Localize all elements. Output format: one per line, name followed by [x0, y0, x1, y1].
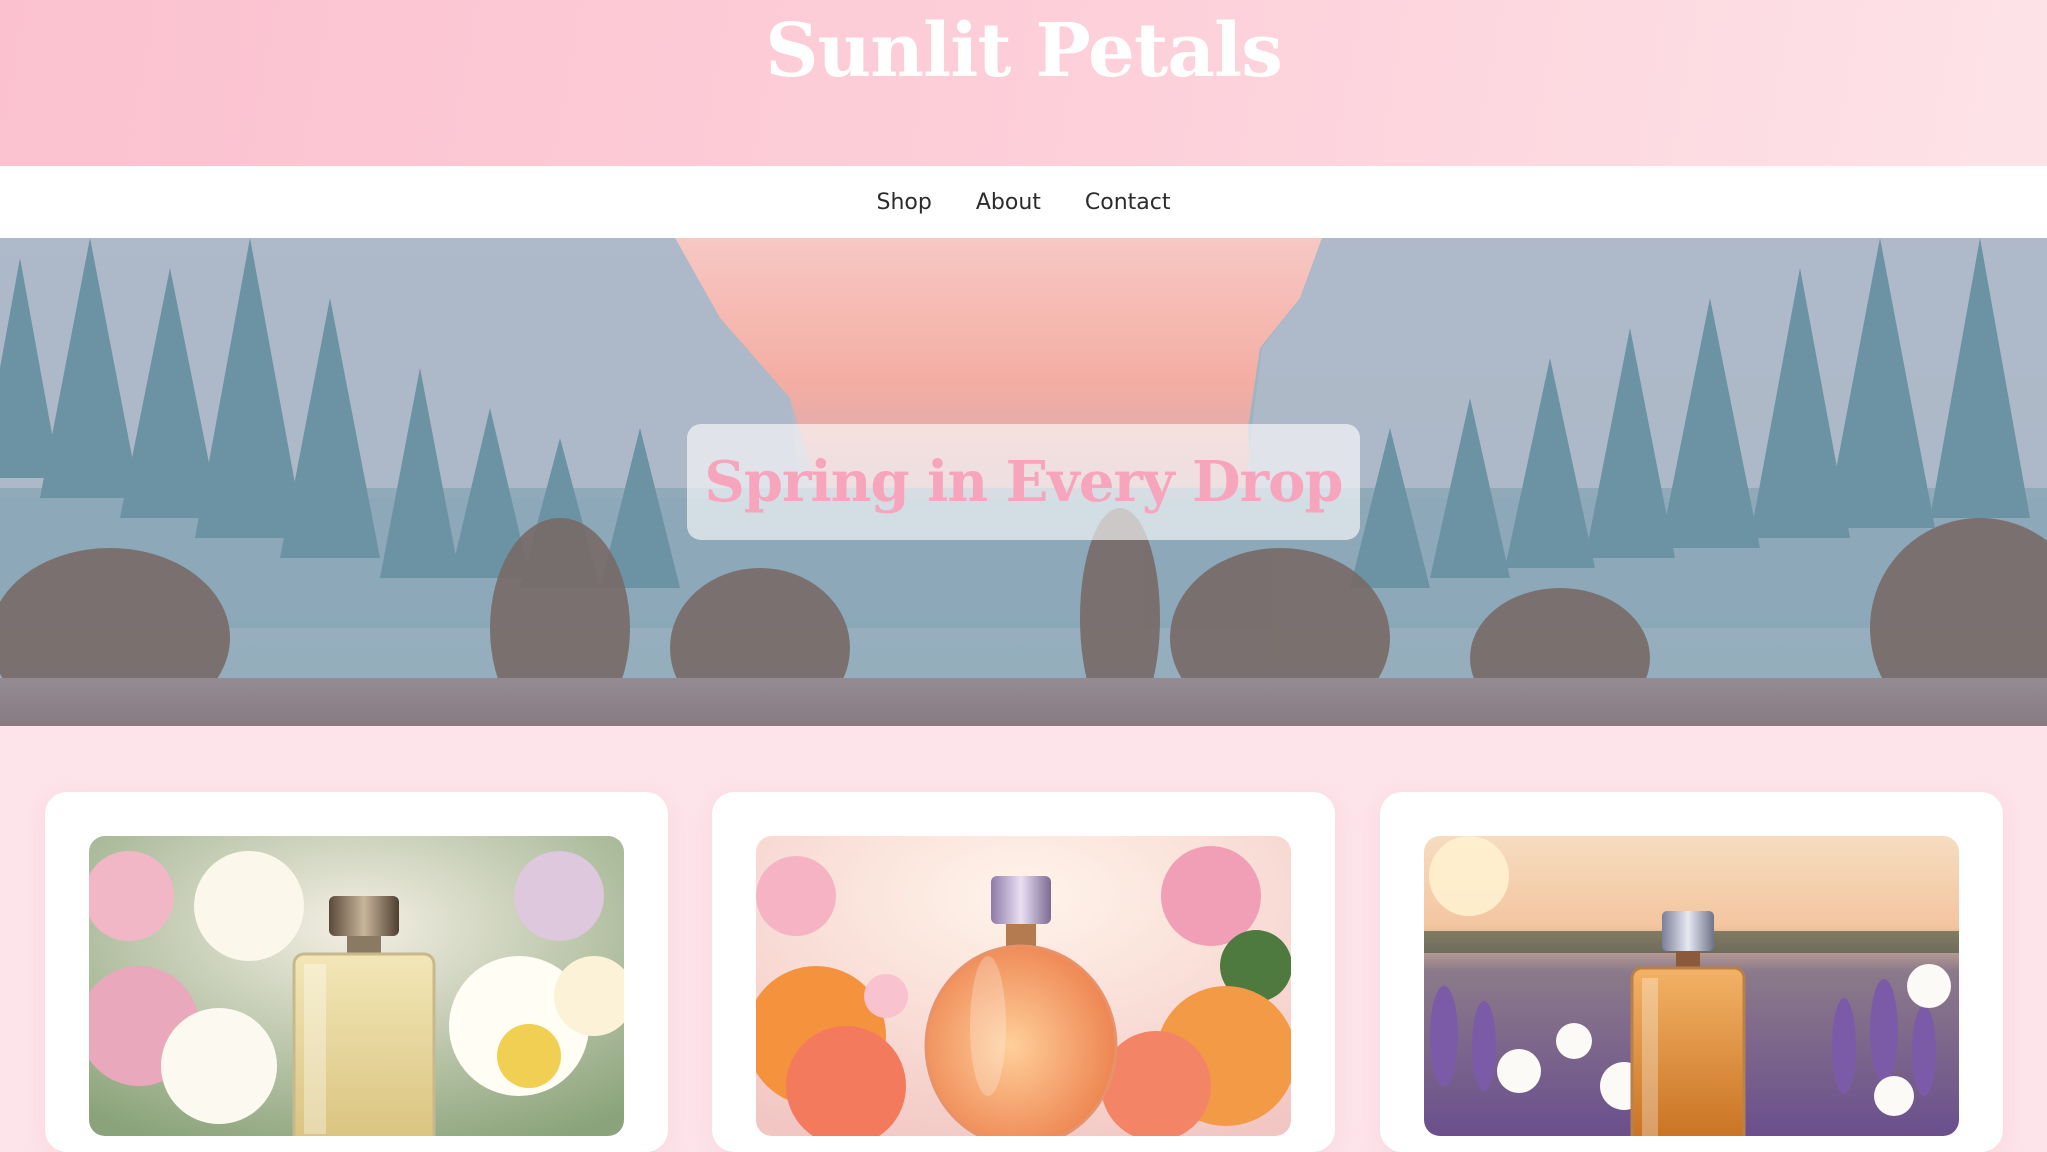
product-image-2[interactable]: [756, 836, 1291, 1136]
product-card-3[interactable]: [1380, 792, 2003, 1152]
main-nav: Shop About Contact: [0, 166, 2047, 238]
product-card-1[interactable]: [45, 792, 668, 1152]
product-image-1[interactable]: [89, 836, 624, 1136]
hero-title: Spring in Every Drop: [704, 449, 1343, 515]
product-image-3[interactable]: [1424, 836, 1959, 1136]
hero-title-box: Spring in Every Drop: [687, 424, 1360, 540]
product-3-picture: [1424, 836, 1959, 1136]
site-title[interactable]: Sunlit Petals: [0, 8, 2047, 94]
product-2-picture: [756, 836, 1291, 1136]
nav-link-contact[interactable]: Contact: [1085, 190, 1171, 215]
nav-link-shop[interactable]: Shop: [877, 190, 932, 215]
hero-banner: Spring in Every Drop: [0, 238, 2047, 726]
product-1-picture: [89, 836, 624, 1136]
nav-link-about[interactable]: About: [976, 190, 1041, 215]
product-card-2[interactable]: [712, 792, 1335, 1152]
site-header: Sunlit Petals: [0, 0, 2047, 166]
